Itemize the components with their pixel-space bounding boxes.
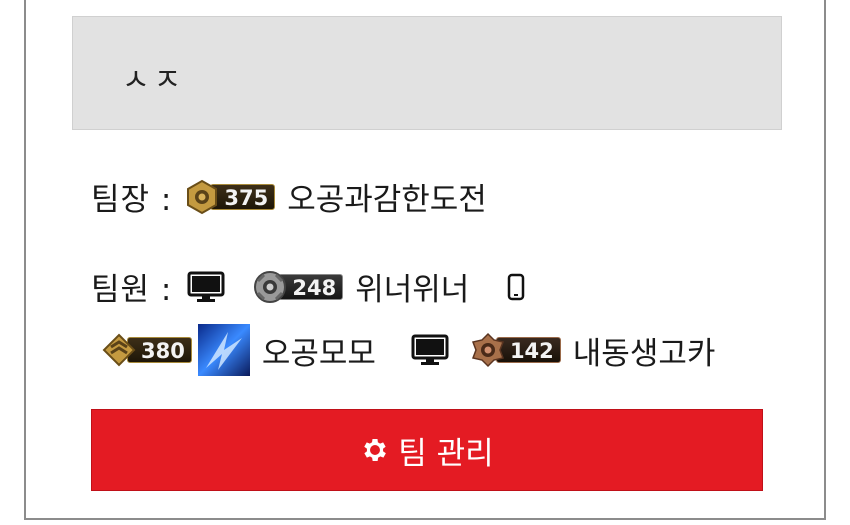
member-level-badge: 380 (101, 333, 192, 367)
team-card: ㅅㅈ 팀장 : 375 오공과감한도전 팀원 : 248 위너위너 380 오공… (24, 0, 826, 520)
team-name-field[interactable]: ㅅㅈ (72, 16, 782, 130)
gold-emblem-icon (187, 179, 218, 214)
leader-row: 팀장 : 375 오공과감한도전 (91, 174, 487, 219)
team-manage-label: 팀 관리 (398, 435, 494, 472)
member-name[interactable]: 오공모모 (262, 328, 376, 373)
members-row-2: 380 오공모모 142 내동생고카 (101, 324, 715, 376)
gold-emblem-icon (102, 333, 136, 367)
members-label: 팀원 : (91, 272, 173, 308)
desktop-icon (186, 270, 226, 304)
team-manage-button[interactable]: 팀 관리 (91, 409, 763, 491)
members-row: 팀원 : 248 위너위너 (91, 264, 525, 309)
leader-level-badge: 375 (184, 179, 276, 214)
member-level-badge: 248 (252, 270, 344, 304)
member-name[interactable]: 내동생고카 (573, 328, 716, 373)
mobile-icon (507, 273, 525, 301)
leader-name[interactable]: 오공과감한도전 (287, 174, 487, 219)
member-level-badge: 142 (470, 332, 561, 368)
gear-icon (364, 439, 387, 461)
leader-label: 팀장 : (91, 182, 173, 218)
silver-emblem-icon (254, 270, 287, 303)
bronze-emblem-icon (471, 332, 504, 368)
avatar (197, 324, 250, 376)
member-name[interactable]: 위너위너 (355, 264, 469, 309)
desktop-icon (410, 333, 450, 367)
team-name-value: ㅅㅈ (122, 63, 186, 98)
